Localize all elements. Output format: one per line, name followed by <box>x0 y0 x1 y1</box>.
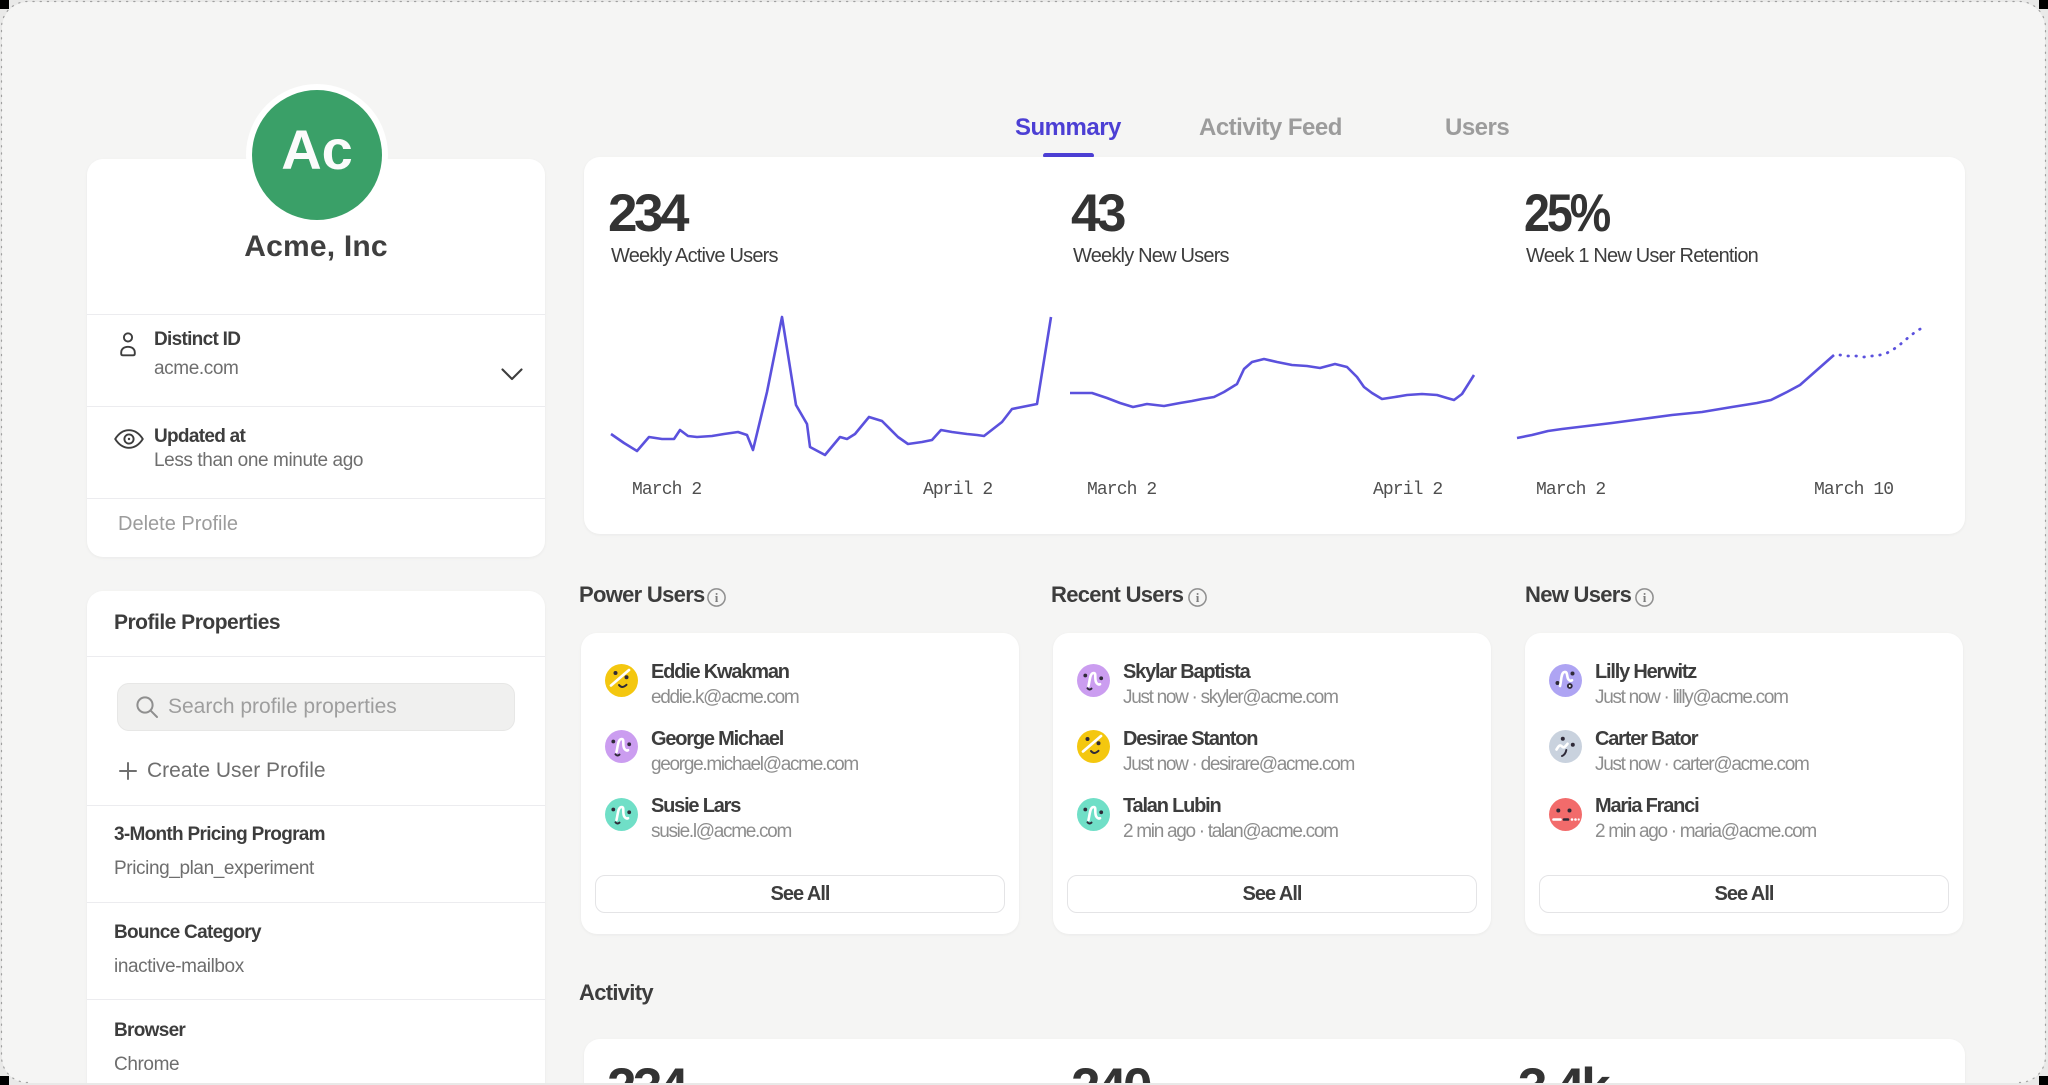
svg-text:i: i <box>1643 590 1647 605</box>
svg-text:i: i <box>1196 590 1200 605</box>
svg-text:i: i <box>715 590 719 605</box>
